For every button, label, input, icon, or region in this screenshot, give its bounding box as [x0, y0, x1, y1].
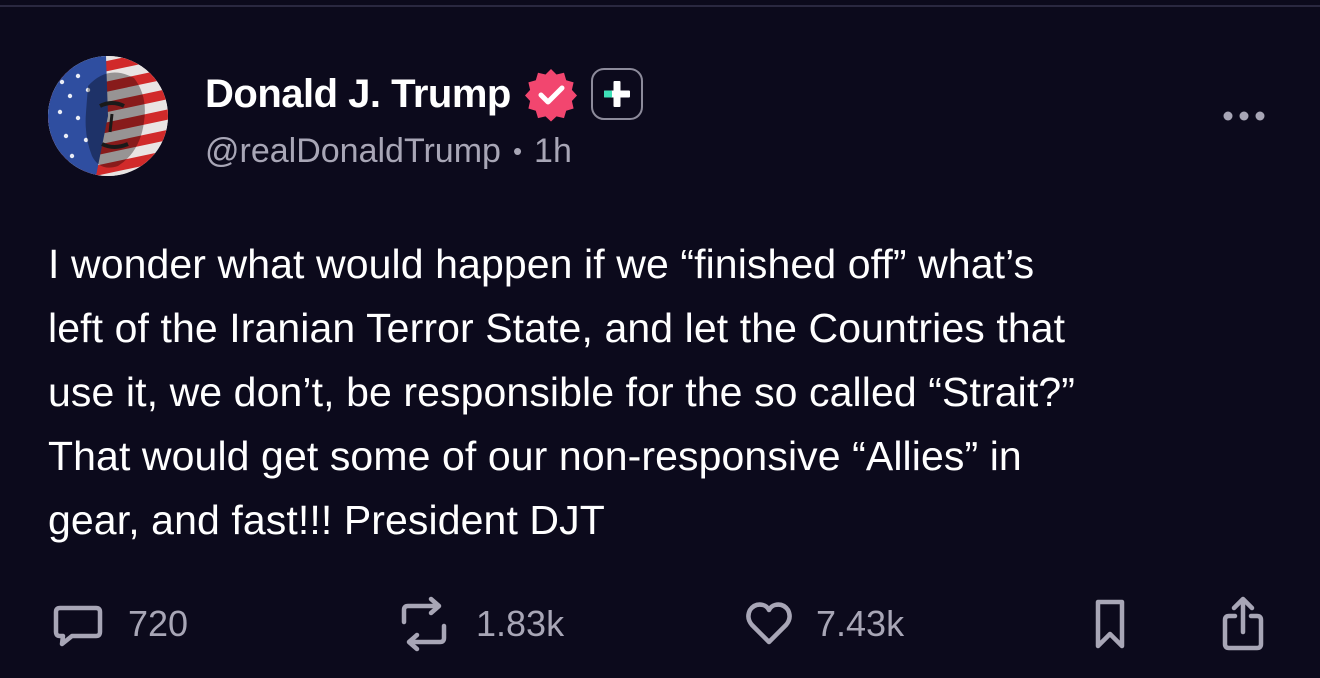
more-options-icon[interactable]: [1222, 106, 1266, 126]
avatar-flag-portrait-icon: [48, 56, 168, 176]
post-line: left of the Iranian Terror State, and le…: [48, 305, 1066, 351]
post-line: use it, we don’t, be responsible for the…: [48, 369, 1075, 415]
action-bar: 720 1.83k 7.43k: [0, 592, 1320, 656]
heart-icon: [746, 602, 792, 645]
bookmark-button[interactable]: [1090, 592, 1130, 656]
bookmark-icon: [1095, 599, 1125, 649]
post-line: I wonder what would happen if we “finish…: [48, 241, 1035, 287]
post-card: Donald J. Trump @realDonaldTrump • 1h I …: [0, 0, 1320, 678]
share-icon: [1222, 596, 1264, 651]
post-line: That would get some of our non-responsiv…: [48, 433, 1022, 479]
reply-button[interactable]: 720: [50, 592, 188, 656]
repost-icon: [401, 596, 447, 652]
reply-icon: [53, 605, 103, 647]
share-button[interactable]: [1218, 592, 1268, 656]
author-handle[interactable]: @realDonaldTrump: [205, 132, 501, 171]
like-count: 7.43k: [816, 603, 905, 644]
repost-button[interactable]: 1.83k: [394, 592, 564, 656]
avatar[interactable]: [48, 56, 168, 176]
post-body: I wonder what would happen if we “finish…: [48, 232, 1278, 552]
meta-separator: •: [512, 136, 523, 166]
post-line: gear, and fast!!! President DJT: [48, 497, 605, 543]
like-button[interactable]: 7.43k: [744, 592, 904, 656]
repost-count: 1.83k: [476, 603, 565, 644]
post-timestamp[interactable]: 1h: [534, 132, 572, 171]
verified-badge-icon: [524, 69, 577, 122]
author-meta: @realDonaldTrump • 1h: [205, 132, 572, 171]
author-display-name[interactable]: Donald J. Trump: [205, 72, 511, 117]
plus-badge-icon: [590, 68, 643, 120]
author-row: Donald J. Trump: [205, 66, 643, 122]
reply-count: 720: [128, 603, 189, 644]
